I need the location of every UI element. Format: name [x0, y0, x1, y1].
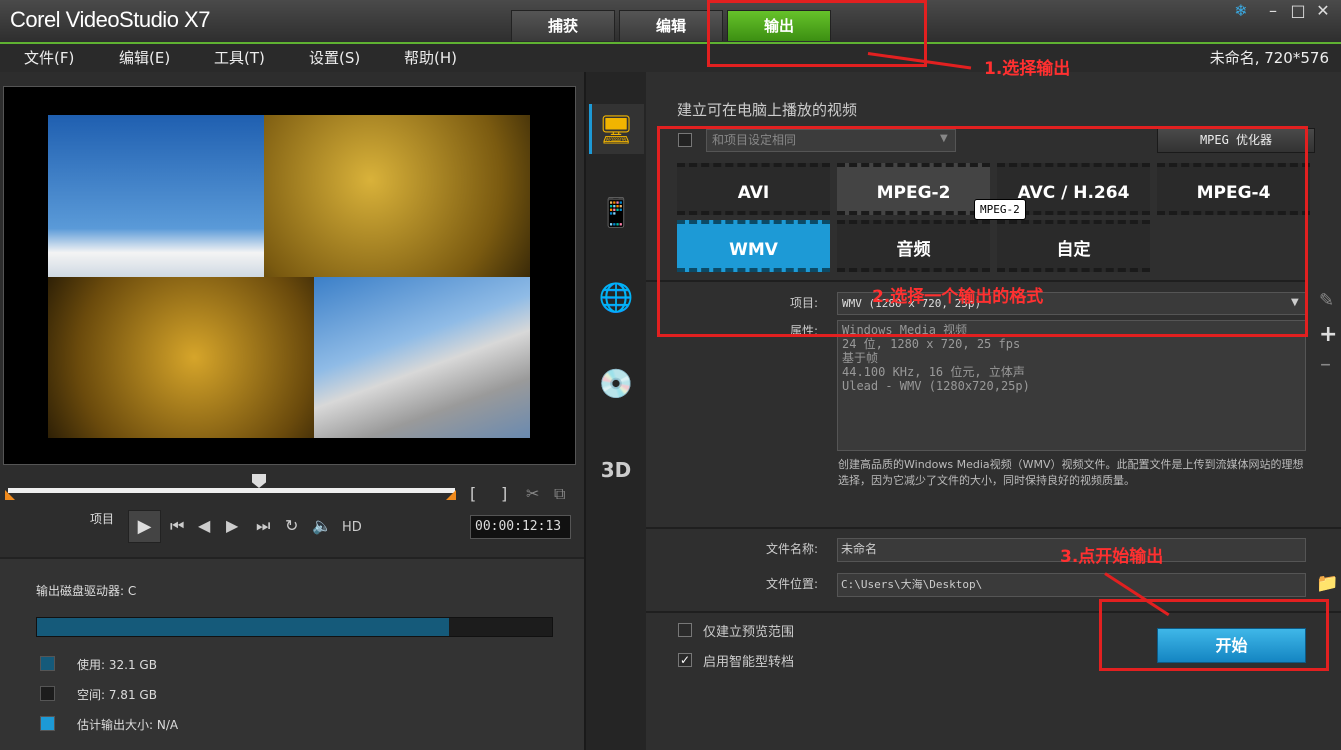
add-icon[interactable]: +: [1319, 322, 1337, 347]
minimize-icon[interactable]: –: [1263, 2, 1283, 22]
format-description: 创建高品质的Windows Media视频（WMV）视频文件。此配置文件是上传到…: [838, 458, 1304, 487]
menu-tools[interactable]: 工具(T): [214, 47, 265, 68]
preview-film-tile: [264, 115, 530, 277]
remove-icon[interactable]: –: [1320, 352, 1331, 377]
web-icon[interactable]: 🌐: [598, 280, 634, 316]
play-icon[interactable]: ▶: [128, 510, 161, 543]
smart-render-checkbox[interactable]: ✓: [678, 653, 692, 667]
menu-file[interactable]: 文件(F): [24, 47, 74, 68]
close-icon[interactable]: ✕: [1313, 2, 1333, 22]
divider: [646, 527, 1341, 529]
annotation-step-1: 1.选择输出: [984, 59, 1071, 79]
disc-icon[interactable]: 💿: [598, 366, 634, 402]
annotation-step-2: 2.选择一个输出的格式: [872, 287, 1044, 307]
preview-wing-tile: [314, 277, 530, 438]
computer-icon[interactable]: 🖥: [598, 112, 634, 148]
smart-render-label: 启用智能型转档: [703, 655, 795, 670]
output-heading: 建立可在电脑上播放的视频: [677, 101, 858, 119]
copy-icon[interactable]: ⧉: [554, 484, 565, 504]
annotation-step-3: 3.点开始输出: [1060, 547, 1164, 567]
next-frame-icon[interactable]: ▶: [226, 516, 238, 535]
mark-in-button[interactable]: [: [470, 484, 476, 503]
annotation-box-3: [1099, 599, 1329, 671]
used-legend-swatch: [40, 656, 55, 671]
app-title: Corel VideoStudio X7: [10, 7, 210, 32]
filename-label: 文件名称:: [765, 542, 818, 556]
disk-usage-bar: [36, 617, 553, 637]
cut-icon[interactable]: ✂: [526, 484, 539, 503]
preview-window: [3, 86, 576, 465]
menu-help[interactable]: 帮助(H): [404, 47, 457, 68]
repeat-icon[interactable]: ↻: [285, 516, 298, 535]
mode-label[interactable]: 项目: [90, 510, 114, 527]
hd-toggle[interactable]: HD: [342, 520, 362, 535]
maximize-icon[interactable]: □: [1288, 2, 1308, 22]
scrubber-track[interactable]: [8, 488, 455, 493]
tab-capture[interactable]: 捕获: [511, 10, 615, 41]
timecode-field[interactable]: 00:00:12:13: [470, 515, 571, 539]
end-icon[interactable]: ⏭: [256, 516, 270, 536]
menu-bar: [0, 42, 1341, 72]
category-sidebar: [584, 72, 646, 750]
mark-out-button[interactable]: ]: [501, 484, 507, 503]
menu-settings[interactable]: 设置(S): [309, 47, 360, 68]
preview-range-checkbox[interactable]: [678, 623, 692, 637]
properties-box: Windows Media 视频 24 位, 1280 x 720, 25 fp…: [837, 320, 1306, 451]
location-input[interactable]: C:\Users\大海\Desktop\: [837, 573, 1306, 597]
preview-sky-tile: [48, 115, 264, 277]
location-label: 文件位置:: [765, 577, 818, 591]
device-icon[interactable]: 📱: [598, 195, 634, 231]
previous-frame-icon[interactable]: ◀: [198, 516, 210, 535]
free-legend-swatch: [40, 686, 55, 701]
project-info: 未命名, 720*576: [1209, 49, 1329, 67]
preview-film-tile: [48, 277, 314, 438]
3d-icon[interactable]: 3D: [598, 452, 634, 488]
volume-icon[interactable]: 🔈: [312, 516, 332, 535]
disk-usage-fill: [37, 618, 449, 636]
preview-range-label: 仅建立预览范围: [703, 625, 795, 640]
disk-label: 输出磁盘驱动器: C: [36, 584, 137, 598]
snowflake-icon[interactable]: ❄: [1231, 2, 1251, 22]
used-legend: 使用: 32.1 GB: [77, 658, 157, 672]
home-icon[interactable]: ⏮: [170, 516, 184, 536]
free-legend: 空间: 7.81 GB: [77, 688, 157, 702]
folder-icon[interactable]: 📁: [1316, 573, 1338, 594]
menu-edit[interactable]: 编辑(E): [119, 47, 170, 68]
estimate-legend-swatch: [40, 716, 55, 731]
edit-icon[interactable]: ✎: [1319, 290, 1334, 311]
estimate-legend: 估计输出大小: N/A: [77, 718, 179, 732]
